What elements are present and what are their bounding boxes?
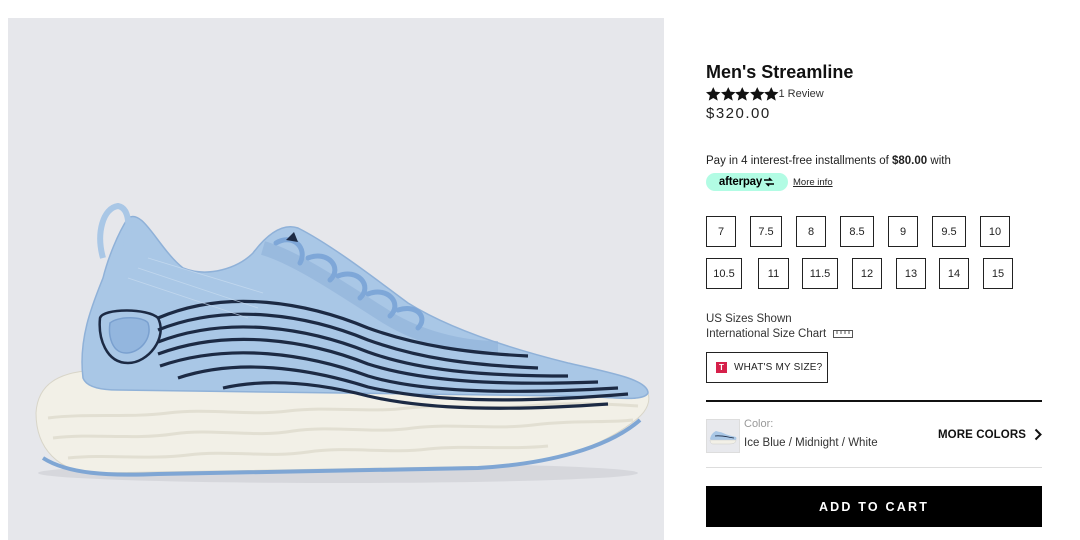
- afterpay-logo-text: afterpay: [718, 176, 763, 188]
- star-icon: [749, 87, 764, 101]
- color-value: Ice Blue / Midnight / White: [744, 437, 878, 449]
- shoe-image: [35, 202, 650, 483]
- afterpay-arrows-icon: [764, 177, 775, 187]
- size-button[interactable]: 7: [706, 216, 736, 247]
- afterpay-installment: $80.00: [892, 155, 928, 167]
- whats-my-size-button[interactable]: T WHAT'S MY SIZE?: [706, 352, 828, 383]
- divider: [706, 467, 1042, 468]
- size-button[interactable]: 11.5: [802, 258, 838, 289]
- size-region-note: US Sizes Shown: [706, 313, 792, 325]
- product-title: Men's Streamline: [706, 62, 854, 82]
- more-colors-button[interactable]: MORE COLORS: [938, 428, 1042, 441]
- size-button[interactable]: 10: [980, 216, 1010, 247]
- rating-stars: [706, 87, 779, 101]
- product-rating[interactable]: 1 Review: [706, 87, 824, 101]
- whats-my-size-label: WHAT'S MY SIZE?: [734, 362, 823, 373]
- size-button[interactable]: 11: [758, 258, 789, 289]
- size-button[interactable]: 9.5: [932, 216, 966, 247]
- afterpay-more-info-link[interactable]: More info: [793, 177, 833, 188]
- size-button[interactable]: 14: [939, 258, 969, 289]
- afterpay-row: afterpay More info: [706, 173, 833, 191]
- afterpay-logo: afterpay: [706, 173, 788, 191]
- size-chart-label: International Size Chart: [706, 328, 827, 340]
- afterpay-text-suffix: with: [927, 155, 951, 167]
- size-button[interactable]: 10.5: [706, 258, 742, 289]
- chevron-right-icon: [1034, 428, 1042, 441]
- product-image[interactable]: [8, 18, 664, 540]
- size-button[interactable]: 7.5: [750, 216, 782, 247]
- size-chart-link[interactable]: International Size Chart: [706, 328, 854, 340]
- size-button[interactable]: 8.5: [840, 216, 874, 247]
- divider: [706, 400, 1042, 402]
- ruler-icon: [833, 329, 854, 338]
- product-price: $320.00: [706, 105, 771, 122]
- add-to-cart-button[interactable]: ADD TO CART: [706, 486, 1042, 527]
- more-colors-label: MORE COLORS: [938, 428, 1026, 441]
- review-count-link[interactable]: 1 Review: [779, 88, 824, 100]
- size-button[interactable]: 15: [983, 258, 1013, 289]
- star-icon: [720, 87, 735, 101]
- afterpay-text-prefix: Pay in 4 interest-free installments of: [706, 155, 892, 167]
- color-swatch-thumbnail[interactable]: [706, 419, 740, 453]
- size-button[interactable]: 13: [896, 258, 926, 289]
- size-button[interactable]: 9: [888, 216, 918, 247]
- size-button[interactable]: 12: [852, 258, 882, 289]
- star-icon: [764, 87, 779, 101]
- true-fit-icon: T: [716, 362, 727, 373]
- size-button[interactable]: 8: [796, 216, 826, 247]
- afterpay-message: Pay in 4 interest-free installments of $…: [706, 155, 951, 167]
- color-label: Color:: [744, 418, 774, 430]
- star-icon: [706, 87, 721, 101]
- shoe-thumbnail-icon: [709, 431, 737, 445]
- star-icon: [735, 87, 750, 101]
